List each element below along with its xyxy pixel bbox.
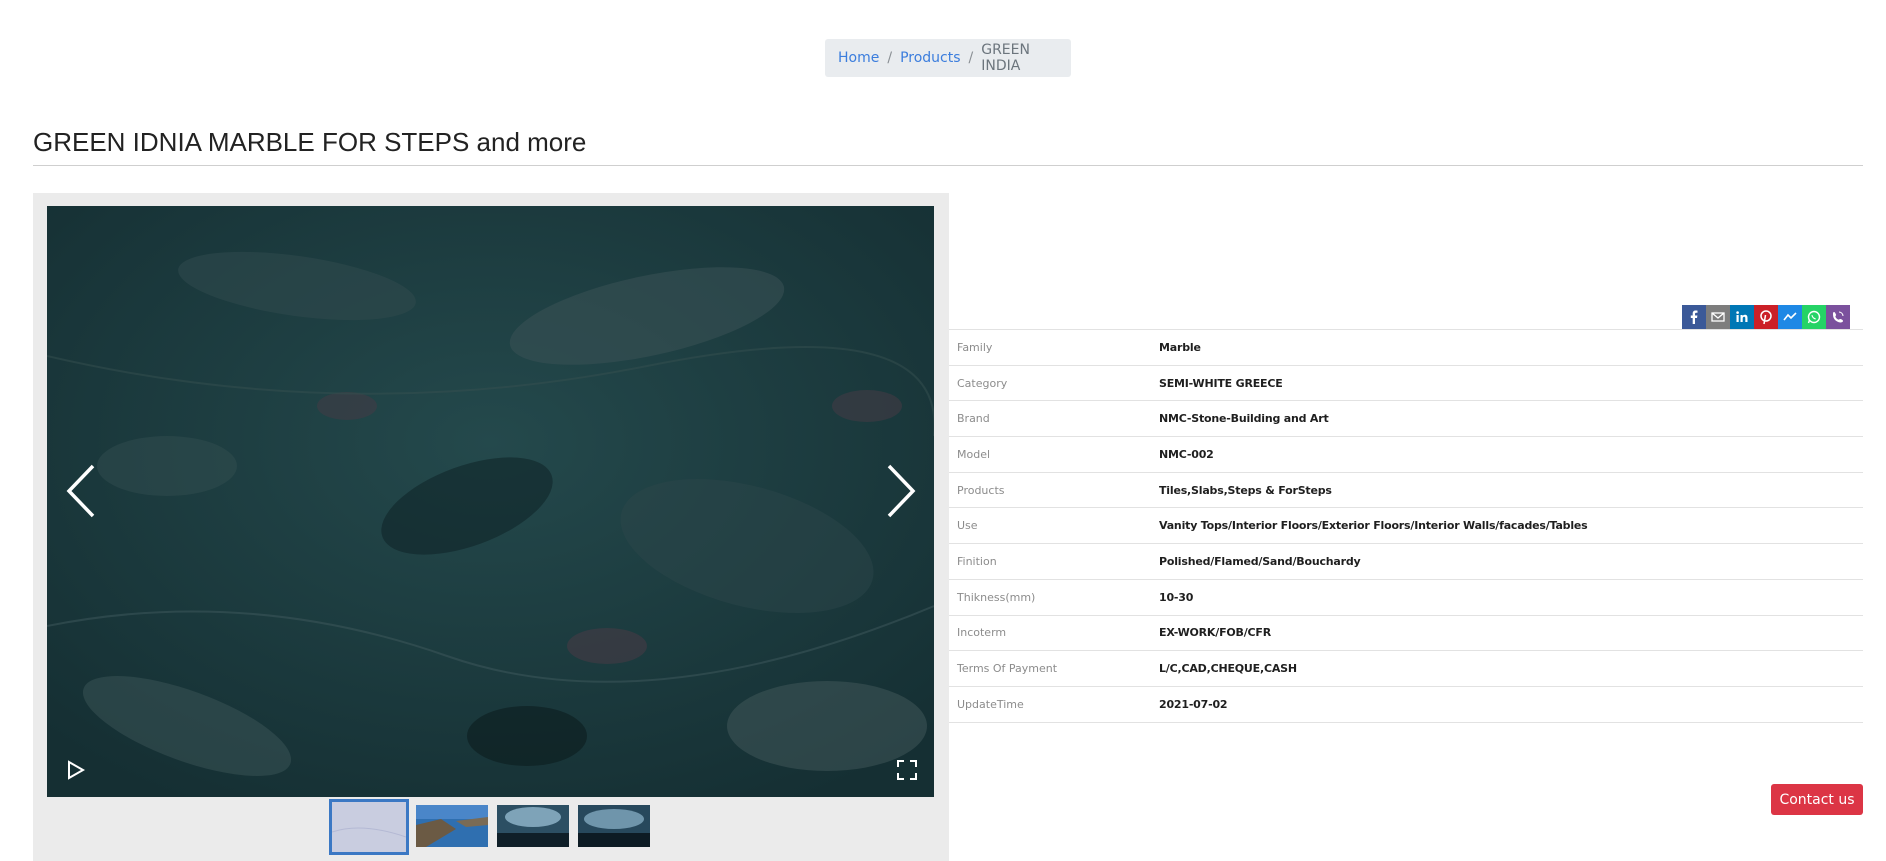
spec-value: L/C,CAD,CHEQUE,CASH — [1159, 662, 1297, 676]
spec-value: Polished/Flamed/Sand/Bouchardy — [1159, 554, 1361, 568]
title-divider — [33, 165, 1863, 166]
thumbnail-strip — [329, 799, 652, 855]
breadcrumb: Home / Products / GREEN INDIA — [825, 39, 1071, 77]
messenger-icon — [1783, 312, 1797, 321]
breadcrumb-separator: / — [887, 50, 893, 66]
spec-label: Thikness(mm) — [957, 590, 1036, 604]
linkedin-share-button[interactable] — [1730, 305, 1754, 329]
spec-value: 2021-07-02 — [1159, 697, 1228, 711]
spec-row: Brand NMC-Stone-Building and Art — [949, 401, 1863, 438]
spec-row: Family Marble — [949, 330, 1863, 366]
spec-label: Family — [957, 340, 993, 354]
messenger-share-button[interactable] — [1778, 305, 1802, 329]
spec-label: Model — [957, 447, 991, 461]
whatsapp-share-button[interactable] — [1802, 305, 1826, 329]
product-gallery — [33, 193, 949, 861]
thumbnail-1[interactable] — [329, 799, 409, 855]
main-product-image[interactable] — [47, 206, 934, 797]
spec-row: Finition Polished/Flamed/Sand/Bouchardy — [949, 544, 1863, 580]
spec-row: Terms Of Payment L/C,CAD,CHEQUE,CASH — [949, 651, 1863, 687]
email-share-button[interactable] — [1706, 305, 1730, 329]
whatsapp-icon — [1807, 310, 1821, 324]
thumbnail-4[interactable] — [576, 803, 652, 849]
pinterest-icon — [1760, 310, 1772, 325]
spec-row: Category SEMI-WHITE GREECE — [949, 366, 1863, 402]
gallery-next-button[interactable] — [879, 461, 919, 521]
breadcrumb-current: GREEN INDIA — [981, 42, 1030, 74]
play-button[interactable] — [63, 758, 87, 782]
breadcrumb-products-link[interactable]: Products — [900, 50, 960, 66]
spec-label: Category — [957, 376, 1008, 390]
thumbnail-3[interactable] — [495, 803, 571, 849]
facebook-icon — [1690, 310, 1698, 324]
spec-row: Thikness(mm) 10-30 — [949, 580, 1863, 616]
play-icon — [68, 760, 86, 780]
chevron-right-icon — [887, 464, 916, 518]
spec-value: SEMI-WHITE GREECE — [1159, 376, 1283, 390]
gallery-prev-button[interactable] — [63, 461, 103, 521]
fullscreen-button[interactable] — [895, 758, 919, 782]
spec-value: NMC-Stone-Building and Art — [1159, 412, 1329, 426]
email-icon — [1711, 312, 1725, 322]
spec-row: Use Vanity Tops/Interior Floors/Exterior … — [949, 508, 1863, 545]
spec-label: Use — [957, 519, 978, 533]
viber-icon — [1833, 311, 1844, 323]
spec-value: EX-WORK/FOB/CFR — [1159, 626, 1271, 640]
pinterest-share-button[interactable] — [1754, 305, 1778, 329]
contact-us-button[interactable]: Contact us — [1771, 784, 1863, 815]
page-title: GREEN IDNIA MARBLE FOR STEPS and more — [33, 127, 587, 157]
spec-label: Finition — [957, 554, 997, 568]
chevron-left-icon — [66, 464, 95, 518]
spec-label: Incoterm — [957, 626, 1007, 640]
linkedin-icon — [1736, 311, 1748, 322]
spec-label: Terms Of Payment — [957, 662, 1058, 676]
spec-row: Model NMC-002 — [949, 437, 1863, 473]
product-specs-table: Family Marble Category SEMI-WHITE GREECE B… — [949, 329, 1863, 723]
spec-label: Products — [957, 483, 1005, 497]
spec-row: UpdateTime 2021-07-02 — [949, 687, 1863, 723]
spec-value: 10-30 — [1159, 590, 1194, 604]
share-bar — [1682, 305, 1850, 329]
spec-label: Brand — [957, 412, 990, 426]
facebook-share-button[interactable] — [1682, 305, 1706, 329]
spec-row: Products Tiles,Slabs,Steps & ForSteps — [949, 473, 1863, 509]
spec-value: Tiles,Slabs,Steps & ForSteps — [1159, 483, 1332, 497]
spec-value: Marble — [1159, 340, 1201, 354]
breadcrumb-home-link[interactable]: Home — [838, 50, 879, 66]
fullscreen-icon — [897, 760, 917, 780]
viber-share-button[interactable] — [1826, 305, 1850, 329]
spec-row: Incoterm EX-WORK/FOB/CFR — [949, 616, 1863, 652]
spec-value: Vanity Tops/Interior Floors/Exterior Flo… — [1159, 519, 1588, 533]
breadcrumb-separator: / — [968, 50, 974, 66]
spec-label: UpdateTime — [957, 697, 1024, 711]
thumbnail-2[interactable] — [414, 803, 490, 849]
spec-value: NMC-002 — [1159, 447, 1214, 461]
